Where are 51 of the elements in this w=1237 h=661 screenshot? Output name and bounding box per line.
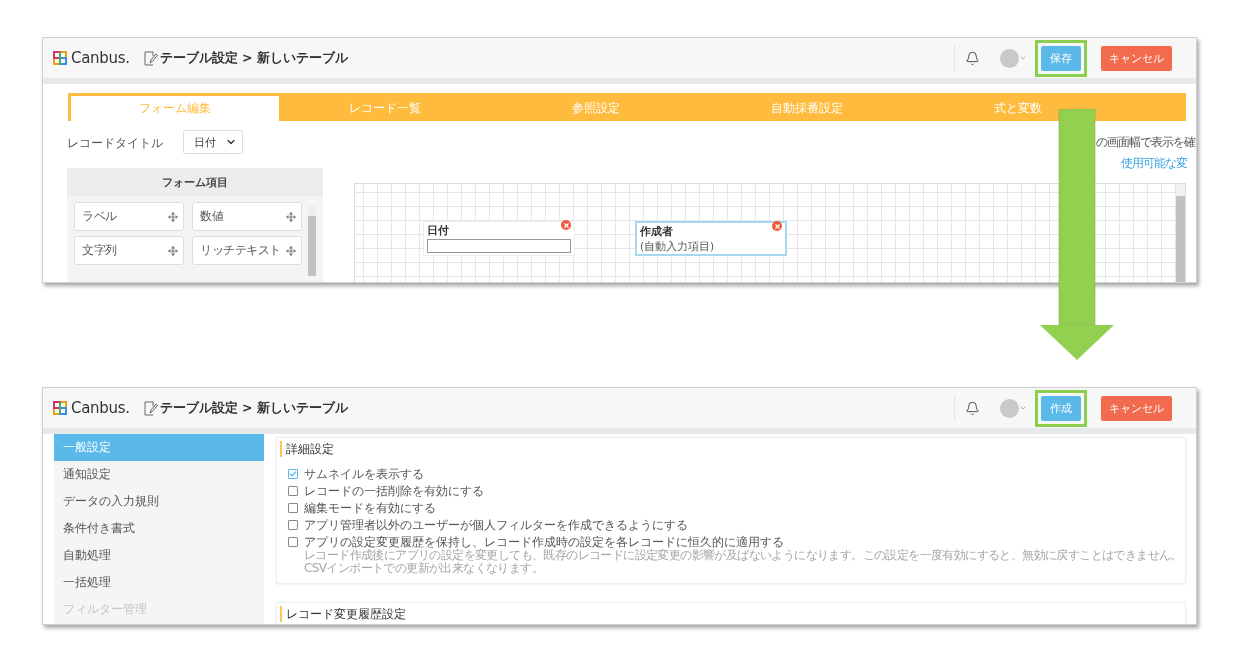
option-note: レコード作成後にアプリの設定を変更しても、既存のレコードに設定変更の影響が及ばないようになります。この設定を一度有効にすると、無効に戻すことはできません。 bbox=[304, 549, 1183, 562]
field-value: (自動入力項目) bbox=[640, 240, 716, 252]
brand-name: Canbus. bbox=[71, 399, 130, 417]
record-title-select[interactable]: 日付 bbox=[183, 130, 243, 154]
caret-icon[interactable] bbox=[1019, 54, 1027, 62]
field-label: レコードタイトル bbox=[67, 135, 163, 152]
move-icon bbox=[168, 245, 178, 256]
logo-icon bbox=[53, 51, 67, 65]
checkbox[interactable] bbox=[288, 486, 298, 496]
breadcrumb: テーブル設定 > 新しいテーブル bbox=[159, 49, 348, 67]
brand-name: Canbus. bbox=[71, 49, 130, 67]
field-card[interactable]: 作成者 (自動入力項目) bbox=[635, 221, 787, 256]
input-field[interactable] bbox=[427, 239, 571, 253]
field-card[interactable]: 日付 bbox=[423, 221, 575, 256]
close-icon[interactable] bbox=[772, 221, 782, 231]
form-item[interactable]: ラベル bbox=[74, 202, 184, 231]
sidebar-item[interactable]: データの入力規則 bbox=[54, 488, 264, 515]
checkbox[interactable] bbox=[288, 469, 298, 479]
scrollbar[interactable] bbox=[308, 206, 316, 276]
sidebar-item[interactable]: 通知設定 bbox=[54, 461, 264, 488]
breadcrumb: テーブル設定 > 新しいテーブル bbox=[159, 399, 348, 417]
bell-icon[interactable] bbox=[965, 50, 980, 66]
close-icon[interactable] bbox=[561, 220, 571, 230]
sidebar-item[interactable]: 自動処理 bbox=[54, 542, 264, 569]
checkbox[interactable] bbox=[288, 503, 298, 513]
bell-icon[interactable] bbox=[965, 400, 980, 416]
hint-text: の画面幅で表示を確 bbox=[1096, 134, 1195, 151]
option-label: アプリ管理者以外のユーザーが個人フィルターを作成できるようにする bbox=[304, 518, 688, 532]
form-item[interactable]: 文字列 bbox=[74, 236, 184, 265]
edit-document-icon bbox=[143, 50, 158, 66]
form-item[interactable]: リッチテキスト bbox=[192, 236, 302, 265]
panel-title: フォーム項目 bbox=[67, 168, 323, 196]
logo-icon bbox=[53, 401, 67, 415]
move-icon bbox=[168, 211, 178, 222]
section-title: 詳細設定 bbox=[280, 441, 1185, 457]
move-icon bbox=[286, 245, 296, 256]
move-icon bbox=[286, 211, 296, 222]
option-label: レコードの一括削除を有効にする bbox=[304, 484, 484, 498]
caret-icon[interactable] bbox=[1019, 404, 1027, 412]
option-label: 編集モードを有効にする bbox=[304, 501, 436, 515]
option-label: アプリの設定変更履歴を保持し、レコード作成時の設定を各レコードに恒久的に適用する bbox=[304, 535, 784, 549]
option-note: CSVインポートでの更新が出来なくなります。 bbox=[304, 562, 544, 576]
checkbox[interactable] bbox=[288, 537, 298, 547]
sidebar-item[interactable]: 一括処理 bbox=[54, 569, 264, 596]
option-label: サムネイルを表示する bbox=[304, 467, 424, 481]
sidebar-item[interactable]: 条件付き書式 bbox=[54, 515, 264, 542]
checkbox[interactable] bbox=[288, 520, 298, 530]
form-item[interactable]: 数値 bbox=[192, 202, 302, 231]
edit-document-icon bbox=[143, 400, 158, 416]
section-title: レコード変更履歴設定 bbox=[280, 606, 1185, 623]
scrollbar[interactable] bbox=[1176, 184, 1185, 282]
